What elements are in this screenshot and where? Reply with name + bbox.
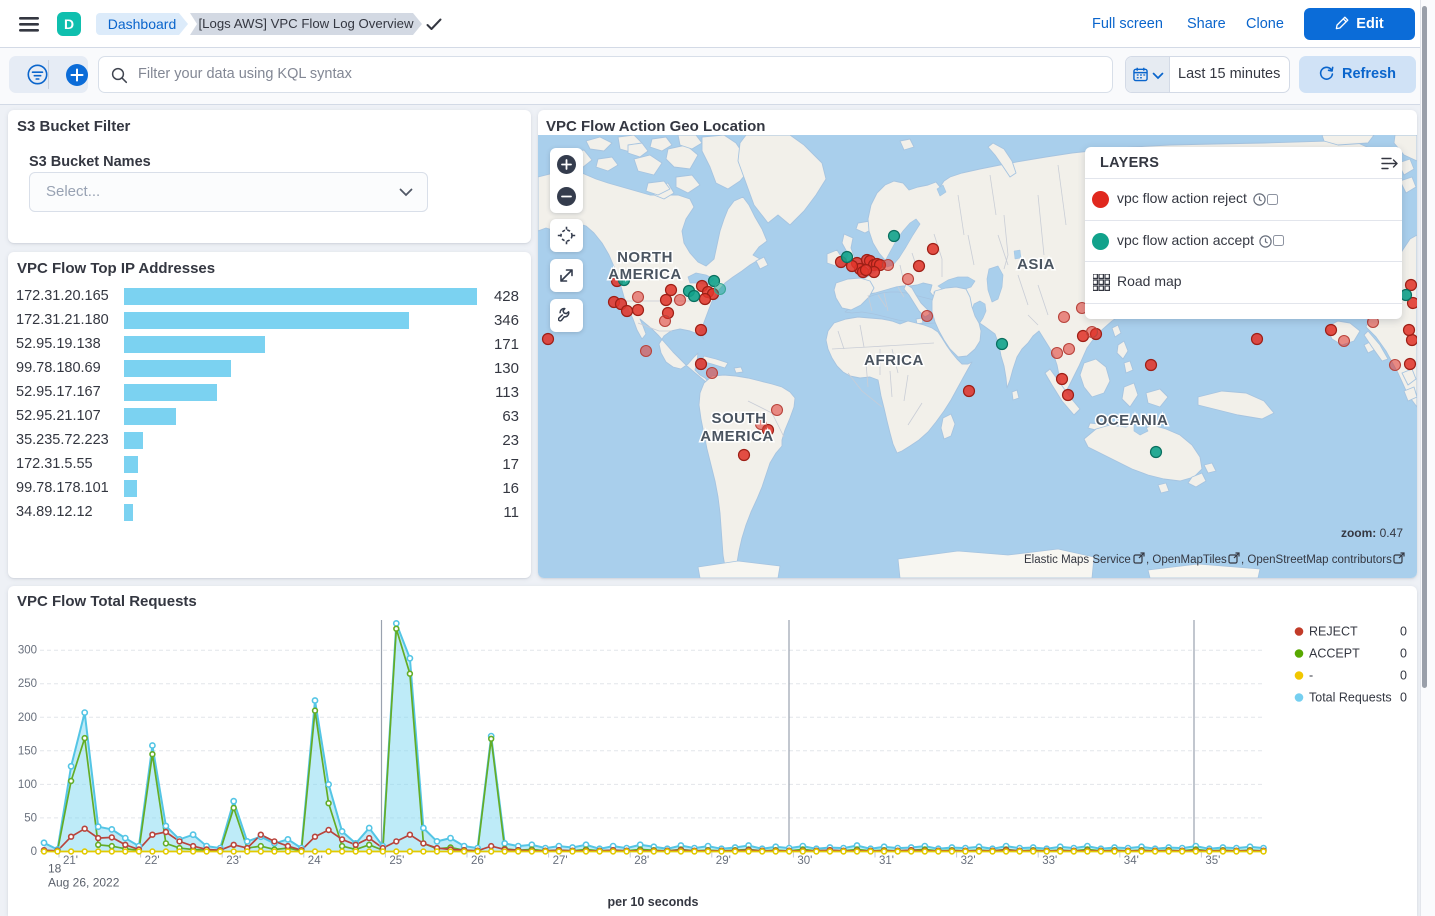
svg-text:200: 200 [18,712,37,724]
svg-text:32': 32' [961,855,976,867]
svg-text:22': 22' [145,855,160,867]
svg-text:OCEANIA: OCEANIA [1096,412,1169,429]
svg-text:Aug 26, 2022: Aug 26, 2022 [48,876,120,890]
svg-text:100: 100 [18,779,37,791]
svg-text:31': 31' [879,855,894,867]
svg-text:250: 250 [18,678,37,690]
svg-text:300: 300 [18,645,37,657]
svg-text:per 10 seconds: per 10 seconds [607,895,698,909]
svg-text:SOUTH: SOUTH [712,410,767,427]
svg-text:REJECT: REJECT [1309,625,1358,639]
svg-text:Elastic Maps Service: Elastic Maps Service [1024,554,1131,566]
svg-text:25': 25' [389,855,404,867]
svg-text:AFRICA: AFRICA [864,352,924,369]
svg-text:21': 21' [63,855,78,867]
svg-text:29': 29' [716,855,731,867]
svg-text:, OpenMapTiles: , OpenMapTiles [1146,554,1227,566]
svg-text:NORTH: NORTH [617,249,673,266]
svg-text:27': 27' [553,855,568,867]
svg-text:50: 50 [24,812,37,824]
svg-text:28': 28' [634,855,649,867]
svg-text:26': 26' [471,855,486,867]
svg-text:33': 33' [1042,855,1057,867]
svg-text:0: 0 [1400,625,1407,639]
svg-text:0: 0 [1400,669,1407,683]
svg-text:30': 30' [797,855,812,867]
svg-text:24': 24' [308,855,323,867]
svg-text:zoom: 0.47: zoom: 0.47 [1341,526,1403,540]
svg-text:0: 0 [1400,647,1407,661]
svg-text:ASIA: ASIA [1017,256,1055,273]
svg-text:23': 23' [226,855,241,867]
svg-text:34': 34' [1124,855,1139,867]
svg-text:ACCEPT: ACCEPT [1309,647,1360,661]
svg-text:AMERICA: AMERICA [700,428,774,445]
svg-text:, OpenStreetMap contributors: , OpenStreetMap contributors [1241,554,1392,566]
svg-text:150: 150 [18,745,37,757]
svg-text:0: 0 [1400,691,1407,705]
svg-text:18: 18 [48,862,62,876]
svg-text:0: 0 [31,846,37,858]
svg-text:35': 35' [1205,855,1220,867]
svg-text:-: - [1309,669,1313,683]
svg-text:Total Requests: Total Requests [1309,691,1392,705]
svg-text:AMERICA: AMERICA [608,266,682,283]
